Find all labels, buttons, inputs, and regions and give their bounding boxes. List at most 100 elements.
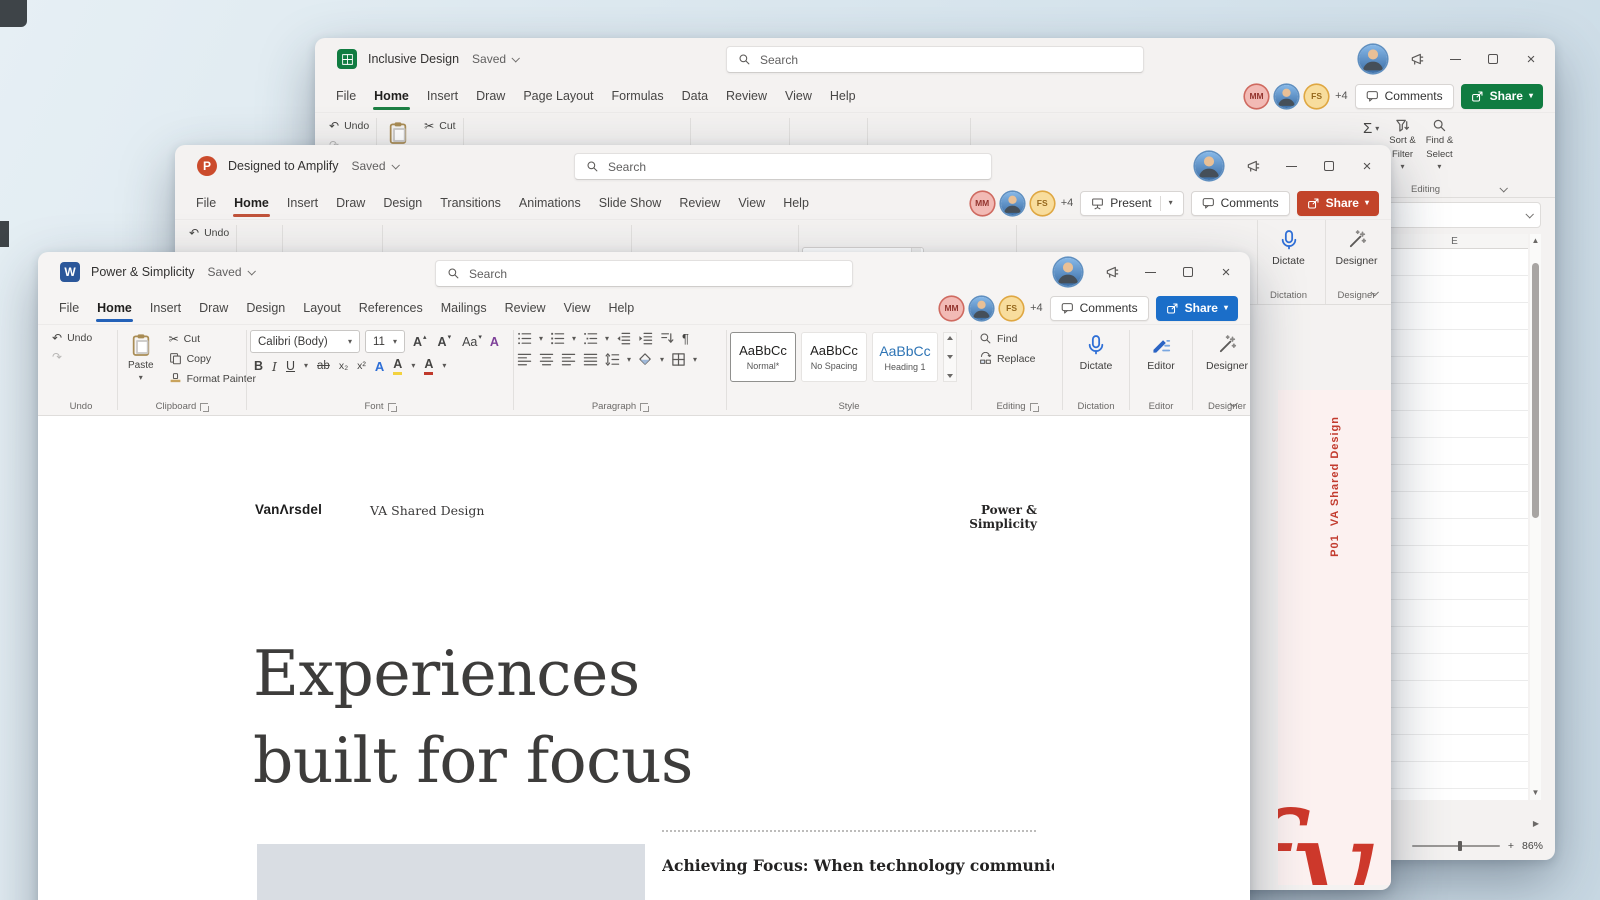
tab-insert[interactable]: Insert: [141, 296, 190, 320]
collaborator-avatar-photo[interactable]: [1275, 84, 1299, 108]
formula-bar[interactable]: [1381, 202, 1541, 228]
font-color-button[interactable]: A: [424, 357, 434, 375]
designer-button[interactable]: Designer: [1326, 225, 1387, 267]
clear-formatting-button[interactable]: A: [490, 335, 499, 349]
cut-button[interactable]: ✂ Cut: [420, 118, 459, 134]
align-right-icon[interactable]: [561, 352, 576, 367]
tab-home[interactable]: Home: [225, 191, 278, 217]
text-effects-button[interactable]: A: [375, 359, 384, 374]
tab-view[interactable]: View: [776, 84, 821, 108]
worksheet[interactable]: E ▲ ▼: [1381, 234, 1541, 800]
undo-button[interactable]: ↶ Undo: [48, 330, 96, 346]
paragraph-dialog-launcher[interactable]: [640, 402, 650, 412]
powerpoint-saved-status[interactable]: Saved: [351, 159, 400, 173]
sort-icon[interactable]: [660, 331, 675, 346]
borders-icon[interactable]: [671, 352, 686, 367]
undo-button[interactable]: ↶ Undo: [325, 118, 373, 134]
scrollbar-thumb[interactable]: [1532, 263, 1539, 518]
collaborator-avatar-fs[interactable]: FS: [1030, 191, 1054, 215]
tab-home[interactable]: Home: [88, 296, 141, 322]
tab-view[interactable]: View: [729, 191, 774, 215]
sort-filter-button[interactable]: Sort & Filter ▾: [1389, 118, 1416, 171]
tab-review[interactable]: Review: [496, 296, 555, 320]
collaborator-overflow[interactable]: +4: [1061, 197, 1074, 209]
tab-file[interactable]: File: [327, 84, 365, 108]
collaborator-avatar-fs[interactable]: FS: [1000, 296, 1024, 320]
find-button[interactable]: Find: [975, 330, 1040, 347]
collaborator-avatar-photo[interactable]: [1000, 191, 1024, 215]
tab-insert[interactable]: Insert: [278, 191, 327, 215]
underline-button[interactable]: U: [286, 359, 295, 373]
tab-draw[interactable]: Draw: [467, 84, 514, 108]
editing-dialog-launcher[interactable]: [1029, 402, 1039, 412]
numbered-list-icon[interactable]: [550, 331, 565, 346]
grow-font-button[interactable]: A▴: [410, 333, 430, 351]
collaborator-avatar-fs[interactable]: FS: [1305, 84, 1329, 108]
collaborator-overflow[interactable]: +4: [1335, 90, 1348, 102]
column-header[interactable]: E: [1381, 234, 1528, 249]
clipboard-dialog-launcher[interactable]: [200, 402, 210, 412]
minimize-button[interactable]: [1283, 158, 1299, 174]
tab-insert[interactable]: Insert: [418, 84, 467, 108]
share-button[interactable]: Share ▾: [1296, 190, 1379, 216]
undo-button[interactable]: ↶ Undo: [185, 225, 233, 241]
line-spacing-icon[interactable]: [605, 352, 620, 367]
collaborator-avatar-mm[interactable]: MM: [970, 191, 994, 215]
slide-canvas[interactable]: P01 VA Shared Design fy.: [1278, 390, 1391, 885]
redo-button[interactable]: ↷: [48, 349, 96, 365]
tab-view[interactable]: View: [555, 296, 600, 320]
italic-button[interactable]: I: [272, 359, 277, 374]
paste-button[interactable]: [380, 118, 416, 148]
tab-draw[interactable]: Draw: [327, 191, 374, 215]
scroll-right-icon[interactable]: ▶: [1533, 819, 1539, 828]
tab-animations[interactable]: Animations: [510, 191, 590, 215]
highlight-color-button[interactable]: A: [393, 357, 403, 375]
subscript-button[interactable]: x₂: [339, 360, 348, 372]
close-button[interactable]: ×: [1218, 264, 1234, 280]
align-center-icon[interactable]: [539, 352, 554, 367]
tab-file[interactable]: File: [187, 191, 225, 215]
align-left-icon[interactable]: [517, 352, 532, 367]
comments-button[interactable]: Comments: [1049, 295, 1149, 321]
multilevel-list-icon[interactable]: [583, 331, 598, 346]
comments-button[interactable]: Comments: [1190, 190, 1290, 216]
font-size-select[interactable]: 11▾: [365, 330, 405, 353]
word-search-input[interactable]: Search: [435, 260, 853, 287]
bullet-list-icon[interactable]: [517, 331, 532, 346]
increase-indent-icon[interactable]: [638, 331, 653, 346]
user-avatar[interactable]: [1359, 45, 1387, 73]
justify-icon[interactable]: [583, 352, 598, 367]
tab-transitions[interactable]: Transitions: [431, 191, 510, 215]
zoom-slider[interactable]: [1411, 841, 1500, 851]
zoom-in-button[interactable]: +: [1508, 840, 1514, 852]
maximize-button[interactable]: [1321, 158, 1337, 174]
tab-layout[interactable]: Layout: [294, 296, 350, 320]
editor-button[interactable]: Editor: [1133, 330, 1189, 372]
zoom-slider-thumb[interactable]: [1457, 841, 1462, 851]
font-name-select[interactable]: Calibri (Body)▾: [250, 330, 360, 353]
tab-help[interactable]: Help: [821, 84, 865, 108]
tab-file[interactable]: File: [50, 296, 88, 320]
shading-icon[interactable]: [638, 352, 653, 367]
tab-design[interactable]: Design: [374, 191, 431, 215]
comments-button[interactable]: Comments: [1354, 83, 1454, 109]
tab-design[interactable]: Design: [237, 296, 294, 320]
shrink-font-button[interactable]: A▾: [435, 333, 455, 351]
superscript-button[interactable]: x²: [357, 360, 366, 372]
excel-search-input[interactable]: Search: [726, 46, 1144, 73]
tab-home[interactable]: Home: [365, 84, 418, 110]
zoom-level[interactable]: 86%: [1522, 840, 1543, 852]
tab-data[interactable]: Data: [673, 84, 717, 108]
document-image-placeholder[interactable]: [257, 844, 645, 900]
tab-mailings[interactable]: Mailings: [432, 296, 496, 320]
share-button[interactable]: Share ▾: [1155, 295, 1238, 321]
present-button[interactable]: Present ▾: [1080, 190, 1184, 216]
tab-review[interactable]: Review: [717, 84, 776, 108]
style-heading-1[interactable]: AaBbCc Heading 1: [872, 332, 938, 382]
tab-help[interactable]: Help: [599, 296, 643, 320]
tab-review[interactable]: Review: [670, 191, 729, 215]
autosum-button[interactable]: Σ ▾: [1363, 118, 1379, 137]
tab-references[interactable]: References: [350, 296, 432, 320]
style-normal[interactable]: AaBbCc Normal*: [730, 332, 796, 382]
show-paragraph-marks-icon[interactable]: ¶: [682, 332, 689, 345]
